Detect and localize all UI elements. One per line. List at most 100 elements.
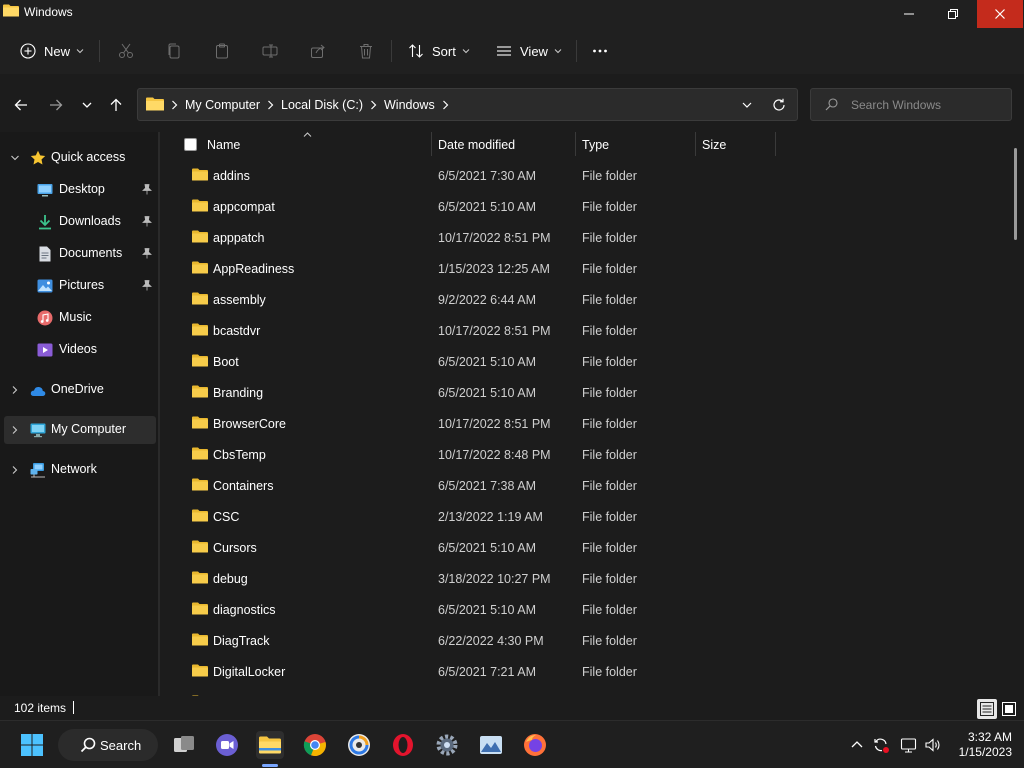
table-row[interactable]: addins 6/5/2021 7:30 AM File folder [160,160,1014,191]
firefox-taskbar-button[interactable] [521,731,549,759]
pin-icon[interactable] [142,216,152,227]
new-button[interactable]: New [20,37,84,65]
column-header-size[interactable]: Size [702,138,726,152]
sidebar-item-pictures[interactable]: Pictures [4,272,156,300]
column-header-date[interactable]: Date modified [438,138,515,152]
music-icon [37,310,53,326]
file-name: Boot [213,355,239,369]
folder-icon [192,571,208,584]
table-row[interactable] [160,687,1014,696]
file-date-modified: 10/17/2022 8:48 PM [438,448,551,462]
pin-icon[interactable] [142,184,152,195]
sidebar-item-downloads[interactable]: Downloads [4,208,156,236]
file-name: AppReadiness [213,262,295,276]
scrollbar-thumb[interactable] [1014,148,1017,240]
task-view-button[interactable] [170,731,198,759]
videos-icon [37,343,53,357]
column-header-name[interactable]: Name [207,138,240,152]
table-row[interactable]: CbsTemp 10/17/2022 8:48 PM File folder [160,439,1014,470]
address-bar[interactable]: My Computer Local Disk (C:) Windows [137,88,798,121]
table-row[interactable]: diagnostics 6/5/2021 5:10 AM File folder [160,594,1014,625]
search-placeholder: Search Windows [851,98,942,112]
paste-button[interactable] [214,37,230,65]
refresh-icon[interactable] [772,98,786,112]
scissors-icon [119,43,133,58]
file-type: File folder [582,417,637,431]
sidebar-item-desktop[interactable]: Desktop [4,176,156,204]
share-button[interactable] [310,37,326,65]
breadcrumb-windows[interactable]: Windows [384,98,435,112]
pin-icon[interactable] [142,280,152,291]
back-button[interactable] [10,94,32,116]
forward-button[interactable] [45,94,67,116]
more-options-button[interactable] [592,37,608,65]
delete-button[interactable] [358,37,374,65]
copy-button[interactable] [166,37,182,65]
column-divider[interactable] [775,132,776,156]
sort-button[interactable]: Sort [408,37,470,65]
network-status-icon[interactable] [900,736,918,754]
column-header-type[interactable]: Type [582,138,609,152]
file-name: Branding [213,386,264,400]
breadcrumb-local-disk[interactable]: Local Disk (C:) [281,98,363,112]
cut-button[interactable] [118,37,134,65]
up-button[interactable] [105,94,127,116]
sync-alert-icon[interactable] [872,736,890,754]
rename-button[interactable] [262,37,278,65]
navigation-pane: Quick access Desktop Downloads Documents… [0,132,158,696]
search-input[interactable]: Search Windows [810,88,1012,121]
table-row[interactable]: apppatch 10/17/2022 8:51 PM File folder [160,222,1014,253]
minimize-button[interactable] [886,0,932,28]
volume-icon[interactable] [924,736,942,754]
details-view-button[interactable] [977,699,997,719]
large-icons-view-icon [1002,702,1016,716]
breadcrumb-my-computer[interactable]: My Computer [185,98,260,112]
start-button[interactable] [18,731,46,759]
brave-taskbar-button[interactable] [345,731,373,759]
file-type: File folder [582,665,637,679]
pin-icon[interactable] [142,248,152,259]
table-row[interactable]: Containers 6/5/2021 7:38 AM File folder [160,470,1014,501]
photo-app-icon [480,736,502,754]
chevron-down-icon[interactable] [741,99,753,111]
sidebar-item-network[interactable]: Network [4,456,156,484]
pictures-icon [37,279,53,293]
sidebar-item-documents[interactable]: Documents [4,240,156,268]
table-row[interactable]: Branding 6/5/2021 5:10 AM File folder [160,377,1014,408]
close-button[interactable] [977,0,1023,28]
table-row[interactable]: AppReadiness 1/15/2023 12:25 AM File folde… [160,253,1014,284]
sidebar-item-videos[interactable]: Videos [4,336,156,364]
settings-taskbar-button[interactable] [433,731,461,759]
taskbar-search-button[interactable]: Search [58,729,158,761]
sidebar-item-music[interactable]: Music [4,304,156,332]
table-row[interactable]: bcastdvr 10/17/2022 8:51 PM File folder [160,315,1014,346]
chrome-taskbar-button[interactable] [301,731,329,759]
restore-button[interactable] [930,0,976,28]
table-row[interactable]: Cursors 6/5/2021 5:10 AM File folder [160,532,1014,563]
chat-button[interactable] [213,731,241,759]
file-type: File folder [582,572,637,586]
table-row[interactable]: appcompat 6/5/2021 5:10 AM File folder [160,191,1014,222]
table-row[interactable]: BrowserCore 10/17/2022 8:51 PM File folder [160,408,1014,439]
show-hidden-icons-icon[interactable] [848,736,866,754]
sidebar-item-onedrive[interactable]: OneDrive [4,376,156,404]
select-all-checkbox[interactable] [184,138,197,151]
photos-taskbar-button[interactable] [477,731,505,759]
recent-locations-button[interactable] [76,94,98,116]
table-row[interactable]: debug 3/18/2022 10:27 PM File folder [160,563,1014,594]
table-row[interactable]: CSC 2/13/2022 1:19 AM File folder [160,501,1014,532]
opera-taskbar-button[interactable] [389,731,417,759]
table-row[interactable]: DiagTrack 6/22/2022 4:30 PM File folder [160,625,1014,656]
table-row[interactable]: assembly 9/2/2022 6:44 AM File folder [160,284,1014,315]
column-divider[interactable] [575,132,576,156]
large-icons-view-button[interactable] [999,699,1019,719]
sidebar-item-my-computer[interactable]: My Computer [4,416,156,444]
sidebar-item-quick-access[interactable]: Quick access [4,144,156,172]
column-divider[interactable] [695,132,696,156]
file-explorer-taskbar-button[interactable] [256,731,284,759]
taskbar-clock[interactable]: 3:32 AM 1/15/2023 [946,730,1012,760]
column-divider[interactable] [431,132,432,156]
table-row[interactable]: Boot 6/5/2021 5:10 AM File folder [160,346,1014,377]
view-button[interactable]: View [496,37,562,65]
table-row[interactable]: DigitalLocker 6/5/2021 7:21 AM File folder [160,656,1014,687]
